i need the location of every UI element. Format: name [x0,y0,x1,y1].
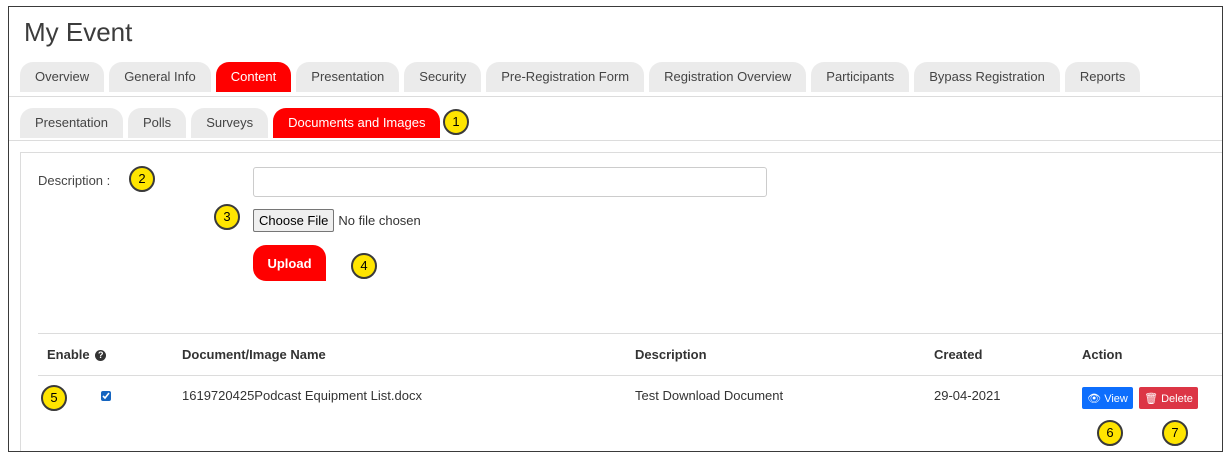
subtab-documents-and-images[interactable]: Documents and Images [273,108,441,138]
table-header-border [38,375,1222,376]
tab-security[interactable]: Security [404,62,482,92]
description-input[interactable] [253,167,767,197]
sub-tabs: Presentation Polls Surveys Documents and… [20,108,441,138]
table-top-border [38,333,1222,334]
delete-button[interactable]: 🗑 Delete [1139,387,1198,409]
tab-content[interactable]: Content [215,62,292,92]
description-label: Description : [38,173,111,188]
app-frame: My Event Overview General Info Content P… [8,6,1223,452]
tab-pre-registration-form[interactable]: Pre-Registration Form [486,62,645,92]
tab-reports[interactable]: Reports [1064,62,1141,92]
callout-badge-4: 4 [351,253,377,279]
page-title: My Event [24,17,133,47]
view-button-label: View [1104,392,1128,405]
tab-bypass-registration[interactable]: Bypass Registration [914,62,1060,92]
file-picker: Choose File No file chosen [253,209,421,232]
upload-button[interactable]: Upload [253,245,326,281]
callout-badge-2: 2 [129,166,155,192]
header-enable: Enable ? [47,347,107,362]
description-cell: Test Download Document [635,388,784,403]
tab-overview[interactable]: Overview [20,62,105,92]
subtab-polls[interactable]: Polls [128,108,187,138]
eye-icon: 👁 [1087,392,1102,405]
tab-general-info[interactable]: General Info [109,62,211,92]
tab-participants[interactable]: Participants [811,62,910,92]
main-tabs: Overview General Info Content Presentati… [20,62,1141,92]
document-name-cell: 1619720425Podcast Equipment List.docx [182,388,422,403]
header-document-name: Document/Image Name [182,347,326,362]
header-created: Created [934,347,983,362]
question-circle-icon[interactable]: ? [95,350,107,361]
header-action: Action [1082,347,1123,362]
sub-tabs-divider [9,140,1222,141]
created-cell: 29-04-2021 [934,388,1001,403]
tab-presentation[interactable]: Presentation [296,62,400,92]
view-button[interactable]: 👁 View [1082,387,1133,409]
callout-badge-5: 5 [41,385,67,411]
trash-icon: 🗑 [1144,392,1159,405]
subtab-surveys[interactable]: Surveys [191,108,269,138]
no-file-text: No file chosen [338,213,421,228]
delete-button-label: Delete [1161,392,1193,405]
enable-checkbox[interactable] [101,391,111,401]
callout-badge-7: 7 [1162,420,1188,446]
callout-badge-6: 6 [1097,420,1123,446]
main-tabs-divider [9,96,1222,97]
tab-registration-overview[interactable]: Registration Overview [649,62,807,92]
callout-badge-3: 3 [214,204,240,230]
header-enable-label: Enable [47,347,90,362]
header-description: Description [635,347,707,362]
choose-file-button[interactable]: Choose File [253,209,335,232]
callout-badge-1: 1 [443,109,469,135]
subtab-presentation[interactable]: Presentation [20,108,123,138]
